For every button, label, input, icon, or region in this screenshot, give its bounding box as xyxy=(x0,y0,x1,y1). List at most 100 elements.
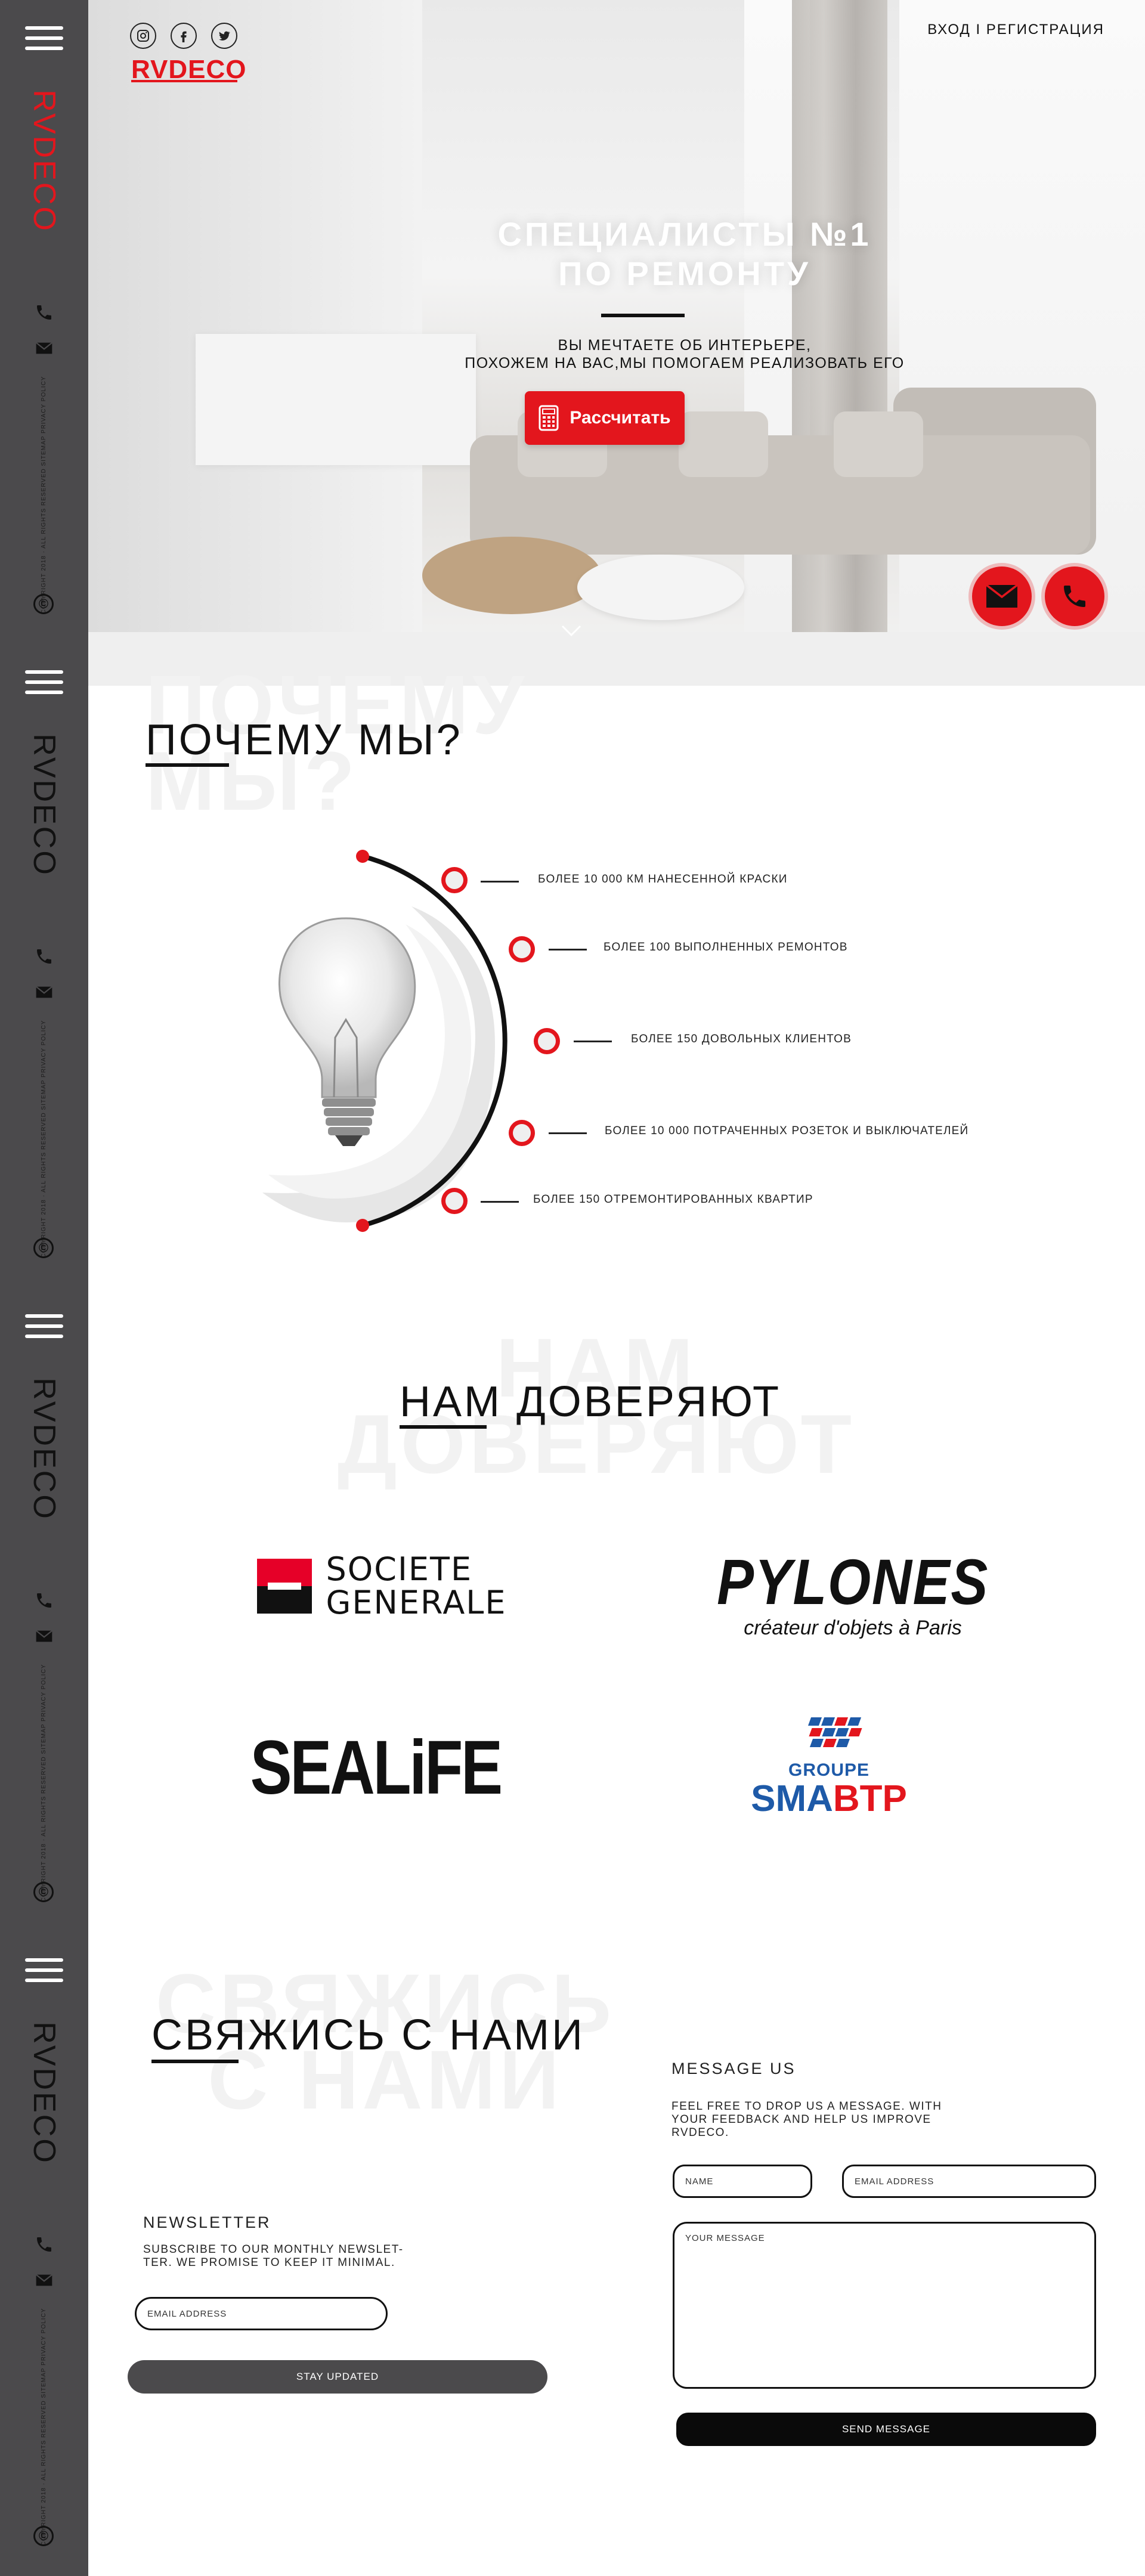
message-textarea[interactable] xyxy=(673,2222,1096,2389)
title-underline xyxy=(146,763,229,767)
societe-generale-logo: SOCIETE GENERALE xyxy=(233,1550,531,1622)
newsletter-text-line: SUBSCRIBE TO OUR MONTHLY NEWSLET- xyxy=(143,2243,404,2256)
smabtp-btp: BTP xyxy=(833,1778,907,1819)
message-heading: MESSAGE US xyxy=(671,2060,796,2077)
sidebar-legal: COPYRIGHT 2018 · ALL RIGHTS RESERVED SIT… xyxy=(41,1020,47,1258)
newsletter-heading: NEWSLETTER xyxy=(143,2213,271,2231)
feature-item: БОЛЕЕ 150 ДОВОЛЬНЫХ КЛИЕНТОВ xyxy=(631,1033,852,1045)
timeline-start-dot xyxy=(356,850,369,863)
groupe-smabtp-logo: GROUPE SMABTP xyxy=(739,1705,918,1825)
hero-pillow xyxy=(679,411,768,477)
why-us-title: ПОЧЕМУ МЫ? xyxy=(146,716,463,764)
contact-title: СВЯЖИСЬ С НАМИ xyxy=(151,2011,585,2059)
societe-generale-line: SOCIETE xyxy=(326,1550,473,1588)
brand-logo-underline xyxy=(131,80,237,82)
name-input[interactable] xyxy=(673,2165,812,2198)
mail-icon[interactable] xyxy=(35,1627,54,1646)
hero-pillow xyxy=(834,411,923,477)
newsletter-email-input[interactable] xyxy=(135,2297,388,2330)
message-text-line: RVDECO. xyxy=(671,2126,729,2139)
pylones-logo: PYLONES créateur d'objets à Paris xyxy=(716,1544,990,1646)
message-text-line: FEEL FREE TO DROP US A MESSAGE. WITH xyxy=(671,2100,942,2113)
sidebar-logo: RVDECO xyxy=(27,733,61,877)
page: RVDECO COPYRIGHT 2018 · ALL RIGHTS RESER… xyxy=(0,0,1145,2576)
sidebar-block-4: RVDECO COPYRIGHT 2018 · ALL RIGHTS RESER… xyxy=(0,1932,88,2576)
send-message-button[interactable]: SEND MESSAGE xyxy=(676,2413,1096,2446)
sidebar-logo: RVDECO xyxy=(27,1377,61,1521)
societe-generale-mark xyxy=(256,1559,312,1614)
copyright-icon: © xyxy=(33,1882,54,1902)
hero-table xyxy=(422,537,601,614)
copyright-icon: © xyxy=(33,2526,54,2546)
hero-table xyxy=(577,555,744,620)
mail-icon[interactable] xyxy=(35,339,54,358)
timeline-end-dot xyxy=(356,1219,369,1232)
smabtp-mark xyxy=(807,1717,862,1747)
instagram-icon[interactable] xyxy=(130,23,156,49)
feature-item: БОЛЕЕ 150 ОТРЕМОНТИРОВАННЫХ КВАРТИР xyxy=(533,1193,813,1206)
sidebar: RVDECO COPYRIGHT 2018 · ALL RIGHTS RESER… xyxy=(0,0,88,2576)
mail-icon[interactable] xyxy=(35,2271,54,2290)
timeline-node xyxy=(534,1028,560,1054)
phone-icon[interactable] xyxy=(35,1591,54,1610)
register-link[interactable]: РЕГИСТРАЦИЯ xyxy=(986,21,1104,38)
auth-separator: I xyxy=(976,21,982,38)
message-text-line: YOUR FEEDBACK AND HELP US IMPROVE xyxy=(671,2113,932,2126)
pylones-wordmark: PYLONES xyxy=(717,1545,989,1618)
smabtp-sma: SMA xyxy=(751,1778,833,1819)
hero-subtitle: ВЫ МЕЧТАЕТЕ ОБ ИНТЕРЬЕРЕ, ПОХОЖЕМ НА ВАС… xyxy=(327,336,1042,372)
sidebar-legal: COPYRIGHT 2018 · ALL RIGHTS RESERVED SIT… xyxy=(41,2308,47,2546)
timeline-node xyxy=(441,1188,468,1214)
newsletter-text-line: TER. WE PROMISE TO KEEP IT MINIMAL. xyxy=(143,2256,395,2269)
phone-icon xyxy=(1064,586,1085,607)
title-underline xyxy=(400,1425,487,1429)
menu-icon[interactable] xyxy=(25,1314,63,1338)
calculator-icon xyxy=(539,405,559,431)
newsletter-text: SUBSCRIBE TO OUR MONTHLY NEWSLET- TER. W… xyxy=(143,2243,404,2270)
twitter-icon[interactable] xyxy=(211,23,237,49)
sea-life-logo: SEA LiFE xyxy=(245,1723,507,1813)
sidebar-block-1: RVDECO COPYRIGHT 2018 · ALL RIGHTS RESER… xyxy=(0,0,88,644)
email-contact-button[interactable] xyxy=(972,566,1032,626)
calculate-button[interactable]: Рассчитать xyxy=(525,391,685,445)
copyright-icon: © xyxy=(33,594,54,614)
timeline-node xyxy=(509,1120,535,1146)
sea-life-word: SEA xyxy=(250,1725,375,1810)
sidebar-logo: RVDECO xyxy=(27,2021,61,2165)
sidebar-logo: RVDECO xyxy=(27,89,61,233)
sidebar-block-2: RVDECO COPYRIGHT 2018 · ALL RIGHTS RESER… xyxy=(0,644,88,1288)
hero-subtitle-line: ПОХОЖЕМ НА ВАС,МЫ ПОМОГАЕМ РЕАЛИЗОВАТЬ Е… xyxy=(465,355,905,371)
login-link[interactable]: ВХОД xyxy=(927,21,971,38)
feature-item: БОЛЕЕ 100 ВЫПОЛНЕННЫХ РЕМОНТОВ xyxy=(604,941,848,953)
title-underline xyxy=(151,2060,239,2063)
calculate-button-label: Рассчитать xyxy=(570,408,671,428)
copyright-icon: © xyxy=(33,1238,54,1258)
sidebar-legal: COPYRIGHT 2018 · ALL RIGHTS RESERVED SIT… xyxy=(41,1664,47,1902)
feature-item: БОЛЕЕ 10 000 ПОТРАЧЕННЫХ РОЗЕТОК И ВЫКЛЮ… xyxy=(605,1125,969,1137)
societe-generale-line: GENERALE xyxy=(326,1584,507,1621)
chevron-down-icon[interactable] xyxy=(561,624,582,638)
phone-contact-button[interactable] xyxy=(1045,566,1104,626)
smabtp-group-label: GROUPE xyxy=(788,1760,870,1780)
pylones-tagline: créateur d'objets à Paris xyxy=(744,1616,962,1639)
message-text: FEEL FREE TO DROP US A MESSAGE. WITH YOU… xyxy=(671,2100,942,2140)
phone-icon[interactable] xyxy=(35,947,54,966)
menu-icon[interactable] xyxy=(25,26,63,50)
hero-title-line: ПО РЕМОНТУ xyxy=(558,255,811,292)
phone-icon[interactable] xyxy=(35,2235,54,2254)
hero-title-line: СПЕЦИАЛИСТЫ №1 xyxy=(497,215,872,253)
timeline-node xyxy=(509,936,535,962)
stay-updated-button[interactable]: STAY UPDATED xyxy=(128,2360,547,2394)
sea-life-word: LiFE xyxy=(373,1725,503,1810)
hero-divider xyxy=(601,314,685,317)
menu-icon[interactable] xyxy=(25,1958,63,1982)
menu-icon[interactable] xyxy=(25,670,63,694)
phone-icon[interactable] xyxy=(35,303,54,322)
features-timeline xyxy=(356,850,560,1232)
feature-item: БОЛЕЕ 10 000 КМ НАНЕСЕННОЙ КРАСКИ xyxy=(538,873,788,886)
email-input[interactable] xyxy=(842,2165,1096,2198)
feature-dash xyxy=(481,1201,519,1203)
mail-icon[interactable] xyxy=(35,983,54,1002)
facebook-icon[interactable] xyxy=(171,23,197,49)
trust-title: НАМ ДОВЕРЯЮТ xyxy=(400,1378,781,1426)
